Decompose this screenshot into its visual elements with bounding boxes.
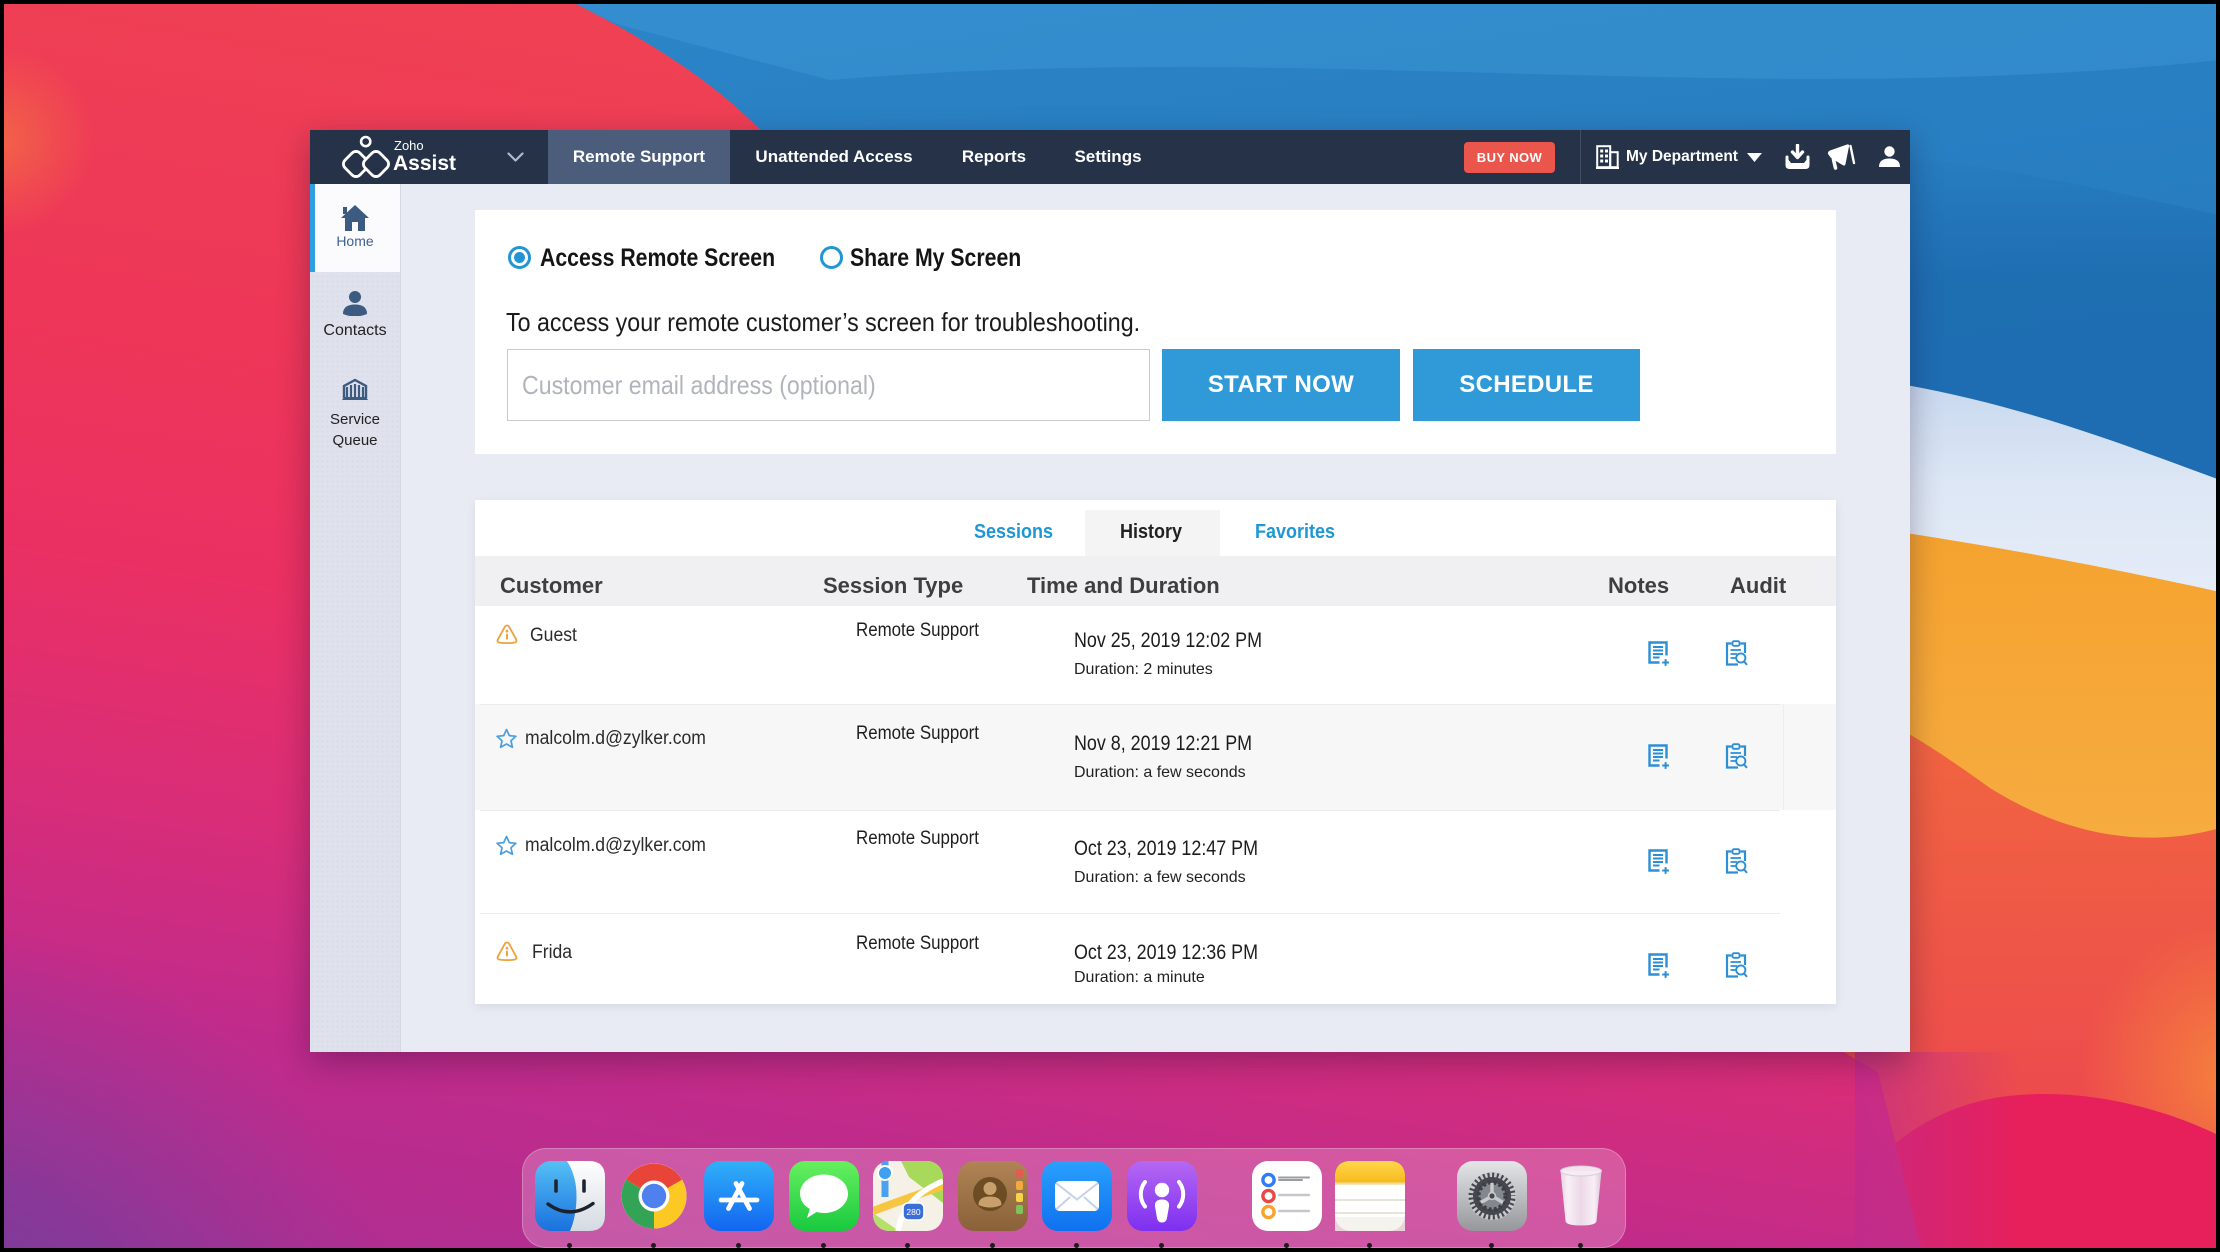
svg-text:280: 280 <box>906 1207 920 1217</box>
